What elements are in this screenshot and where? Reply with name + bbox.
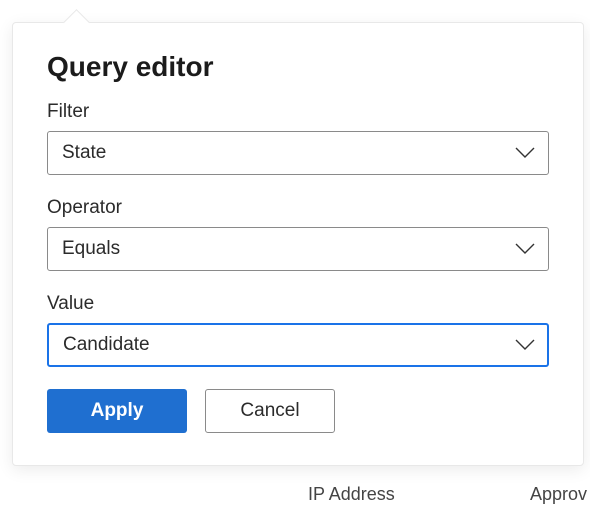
- filter-label: Filter: [47, 101, 549, 123]
- operator-select[interactable]: Equals: [47, 227, 549, 271]
- operator-select-wrap: Equals: [47, 227, 549, 271]
- panel-title: Query editor: [47, 51, 549, 83]
- value-select-value: Candidate: [63, 334, 150, 356]
- operator-label: Operator: [47, 197, 549, 219]
- query-editor-panel: Query editor Filter State Operator Equal…: [12, 22, 584, 466]
- bg-ip-label: IP Address: [308, 484, 395, 505]
- button-row: Apply Cancel: [47, 389, 549, 433]
- cancel-button[interactable]: Cancel: [205, 389, 335, 433]
- filter-select-value: State: [62, 142, 106, 164]
- bg-approv-label: Approv: [530, 484, 587, 505]
- filter-select[interactable]: State: [47, 131, 549, 175]
- value-label: Value: [47, 293, 549, 315]
- value-select[interactable]: Candidate: [47, 323, 549, 367]
- operator-select-value: Equals: [62, 238, 120, 260]
- filter-select-wrap: State: [47, 131, 549, 175]
- value-select-wrap: Candidate: [47, 323, 549, 367]
- apply-button[interactable]: Apply: [47, 389, 187, 433]
